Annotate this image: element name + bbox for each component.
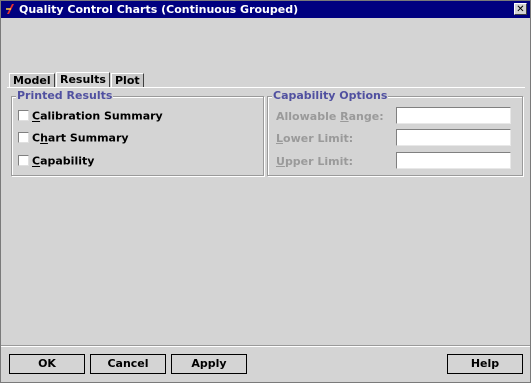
capability-options-title: Capability Options (272, 89, 389, 102)
ok-button[interactable]: OK (9, 354, 85, 374)
printed-results-group: Printed Results Calibration Summary Char… (11, 90, 264, 176)
chart-summary-checkbox[interactable]: Chart Summary (18, 131, 129, 145)
upper-limit-label: Upper Limit: (276, 155, 354, 168)
checkbox-box[interactable] (18, 131, 29, 143)
tab-plot[interactable]: Plot (111, 73, 144, 87)
help-button-label: Help (470, 357, 500, 370)
capability-checkbox[interactable]: Capability (18, 154, 94, 168)
tab-model[interactable]: Model (9, 73, 55, 87)
tab-results-label: Results (60, 73, 106, 86)
allowable-range-label: Allowable Range: (276, 110, 384, 123)
calibration-summary-checkbox[interactable]: Calibration Summary (18, 109, 163, 123)
window-title: Quality Control Charts (Continuous Group… (19, 3, 299, 16)
checkbox-box[interactable] (18, 154, 29, 166)
tab-plot-label: Plot (115, 74, 140, 87)
capability-label: Capability (32, 154, 95, 168)
checkbox-box[interactable] (18, 109, 29, 121)
dialog-window: Quality Control Charts (Continuous Group… (0, 0, 531, 383)
button-divider (1, 345, 530, 347)
tab-panel-results: Printed Results Calibration Summary Char… (7, 87, 525, 342)
calibration-summary-label: Calibration Summary (32, 109, 163, 123)
tab-results[interactable]: Results (56, 72, 110, 88)
tab-model-label: Model (13, 74, 51, 87)
apply-button-label: Apply (191, 357, 227, 370)
lower-limit-label: Lower Limit: (276, 132, 354, 145)
allowable-range-input[interactable] (396, 107, 511, 124)
close-icon: ✕ (516, 4, 525, 15)
capability-options-group: Capability Options Allowable Range: Lowe… (267, 90, 523, 176)
title-bar[interactable]: Quality Control Charts (Continuous Group… (1, 1, 530, 18)
cancel-button-label: Cancel (107, 357, 149, 370)
lower-limit-input[interactable] (396, 129, 511, 146)
help-button[interactable]: Help (447, 354, 523, 374)
printed-results-title: Printed Results (16, 89, 114, 102)
app-icon (6, 4, 14, 14)
close-button[interactable]: ✕ (514, 3, 527, 15)
cancel-button[interactable]: Cancel (90, 354, 166, 374)
ok-button-label: OK (38, 357, 56, 370)
apply-button[interactable]: Apply (171, 354, 247, 374)
chart-summary-label: Chart Summary (32, 131, 129, 145)
upper-limit-input[interactable] (396, 152, 511, 169)
